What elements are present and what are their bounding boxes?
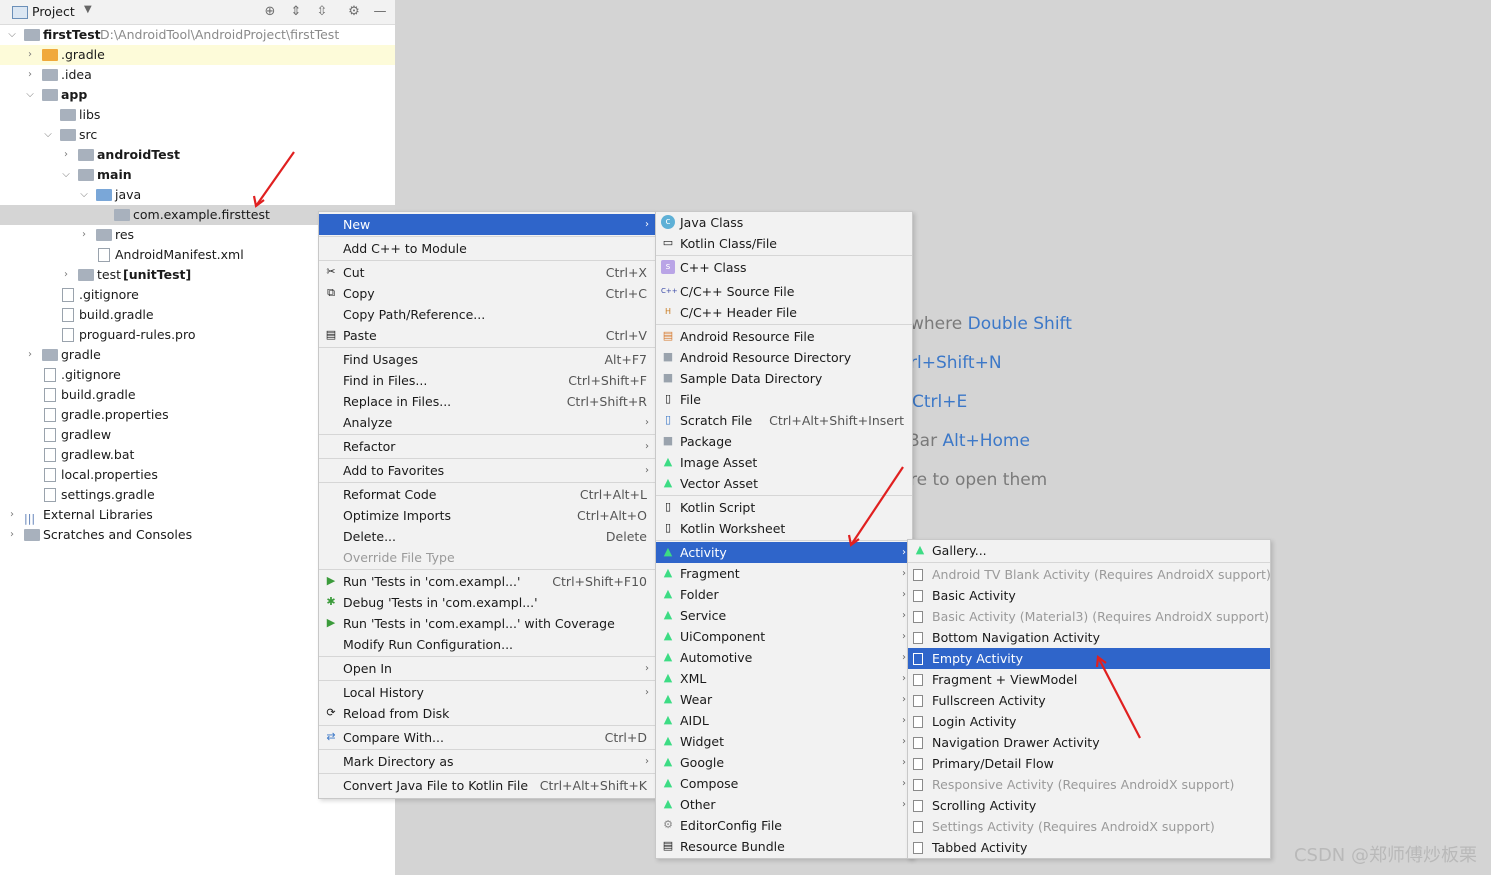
annotation-arrow: [1097, 656, 1141, 739]
annotation-arrow: [850, 466, 904, 546]
watermark: CSDN @郑师傅炒板栗: [1293, 845, 1477, 866]
annotation-arrows: [252, 151, 1141, 739]
annotation-arrow: [255, 151, 295, 207]
